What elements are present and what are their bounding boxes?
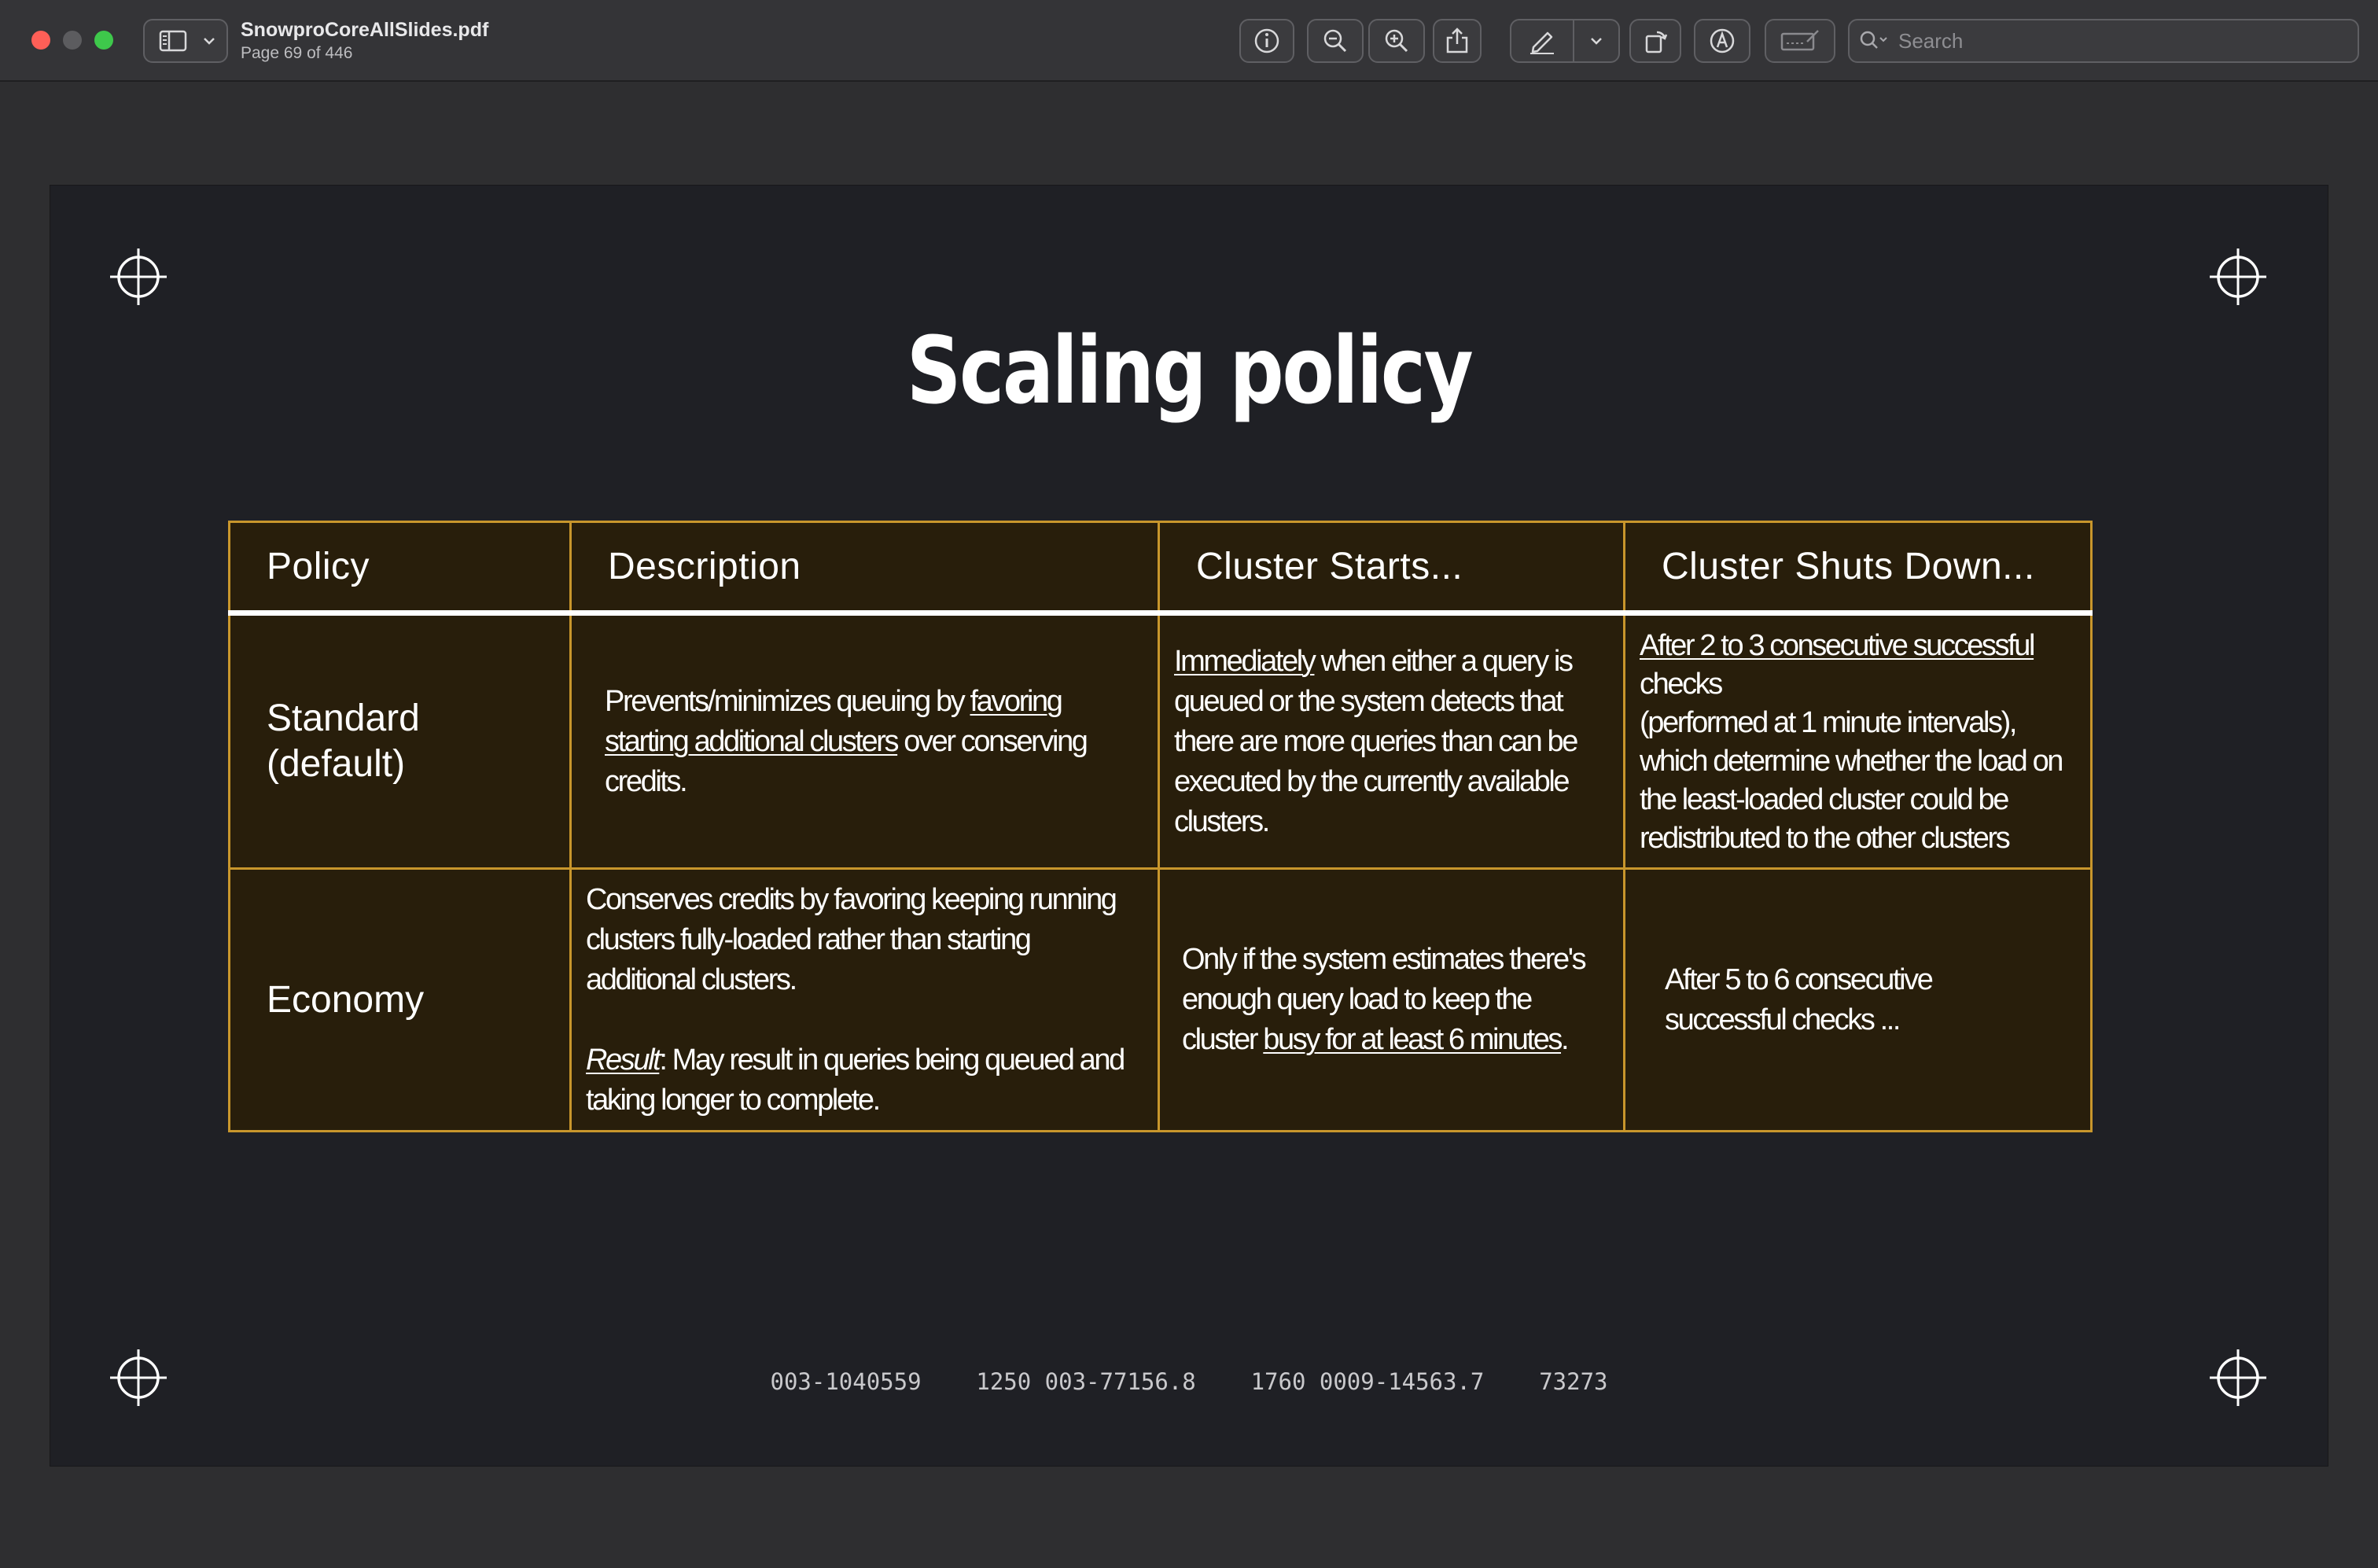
slide-footer-code: 003-1040559 1250 003-77156.8 1760 0009-1… — [770, 1368, 1608, 1395]
header-cluster-shuts-down: Cluster Shuts Down... — [1623, 521, 2093, 616]
shuts-down-standard: After 2 to 3 consecutive successful check… — [1623, 612, 2093, 870]
zoom-in-icon — [1385, 29, 1408, 53]
description-text: Prevents/minimizes queuing by — [605, 684, 970, 718]
minimize-window-button[interactable] — [63, 31, 82, 50]
table-header-row: Policy Description Cluster Starts... Clu… — [228, 521, 2093, 616]
search-icon — [1860, 31, 1887, 49]
shuts-down-detail: (performed at 1 minute intervals), which… — [1640, 706, 2063, 855]
result-label: Result — [586, 1043, 661, 1077]
markup-button[interactable] — [1510, 19, 1574, 63]
starts-text: . — [1561, 1023, 1570, 1056]
rotate-icon — [1645, 31, 1668, 53]
signature-button[interactable] — [1765, 19, 1835, 63]
shuts-down-economy: After 5 to 6 consecutive successful chec… — [1623, 867, 2093, 1132]
close-window-button[interactable] — [31, 31, 50, 50]
rotate-button[interactable] — [1629, 19, 1681, 63]
share-button[interactable] — [1433, 19, 1482, 63]
policy-name-standard: Standard (default) — [228, 612, 572, 870]
document-title: SnowproCoreAllSlides.pdf — [241, 19, 489, 41]
table-row-standard: Standard (default) Prevents/minimizes qu… — [228, 612, 2093, 870]
search-field[interactable]: Search — [1848, 19, 2359, 63]
header-description: Description — [569, 521, 1160, 616]
shuts-down-text: checks — [1640, 668, 1723, 701]
maximize-window-button[interactable] — [94, 31, 113, 50]
info-icon — [1254, 28, 1279, 53]
signature-icon — [1780, 30, 1819, 51]
table-row-economy: Economy Conserves credits by favoring ke… — [228, 867, 2093, 1132]
zoom-out-icon — [1323, 29, 1347, 53]
share-icon — [1446, 28, 1468, 53]
chevron-down-icon — [1591, 38, 1602, 45]
page-indicator: Page 69 of 446 — [241, 44, 353, 62]
pdf-page: Scaling policy Policy Description Cluste… — [50, 186, 2328, 1466]
sidebar-toggle-button[interactable] — [143, 19, 228, 63]
markup-options-button[interactable] — [1574, 19, 1620, 63]
shuts-down-emphasis: After 2 to 3 consecutive successful — [1640, 629, 2035, 662]
chevron-down-icon — [204, 38, 215, 45]
result-text: : May result in queries being queued and… — [586, 1043, 1125, 1117]
starts-economy: Only if the system estimates there's eno… — [1158, 867, 1625, 1132]
starts-emphasis: busy for at least 6 minutes — [1263, 1023, 1563, 1056]
starts-standard: Immediately when either a query is queue… — [1158, 612, 1625, 870]
slide-title: Scaling policy — [906, 316, 1474, 425]
search-placeholder: Search — [1898, 28, 1964, 53]
info-button[interactable] — [1239, 19, 1294, 63]
zoom-in-button[interactable] — [1368, 19, 1425, 63]
window-titlebar: SnowproCoreAllSlides.pdf Page 69 of 446 — [0, 0, 2378, 82]
markup-pen-icon — [1530, 31, 1554, 54]
zoom-out-button[interactable] — [1307, 19, 1364, 63]
scaling-policy-table: Policy Description Cluster Starts... Clu… — [228, 521, 2093, 1132]
sidebar-icon — [159, 30, 187, 52]
policy-name-text: Standard (default) — [267, 698, 420, 785]
starts-emphasis: Immediately — [1174, 644, 1316, 678]
annotate-icon — [1710, 28, 1735, 53]
policy-name-text: Economy — [267, 978, 425, 1021]
header-policy: Policy — [228, 521, 572, 616]
description-text: Conserves credits by favoring keeping ru… — [586, 882, 1117, 996]
header-cluster-starts: Cluster Starts... — [1158, 521, 1625, 616]
description-economy: Conserves credits by favoring keeping ru… — [569, 867, 1160, 1132]
annotate-button[interactable] — [1694, 19, 1750, 63]
registration-mark-icon — [110, 248, 167, 305]
shuts-down-text: After 5 to 6 consecutive successful chec… — [1665, 963, 1934, 1036]
policy-name-economy: Economy — [228, 867, 572, 1132]
registration-mark-icon — [2210, 248, 2266, 305]
description-standard: Prevents/minimizes queuing by favoring s… — [569, 612, 1160, 870]
